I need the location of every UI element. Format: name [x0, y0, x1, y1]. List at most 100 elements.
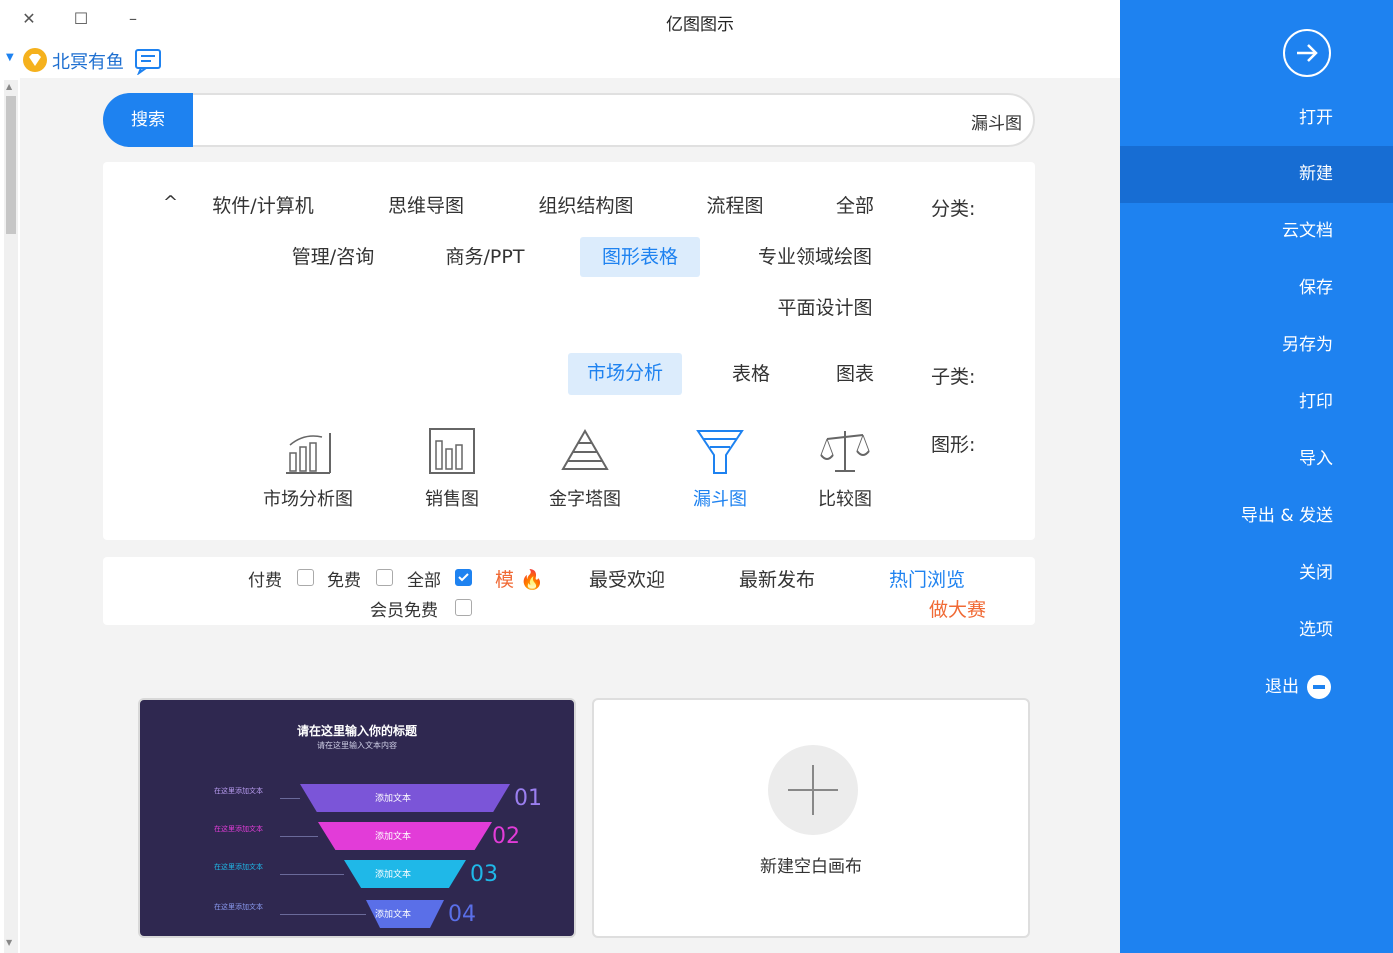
- leader-line: [280, 798, 300, 799]
- sidebar-item-new[interactable]: 新建: [1120, 146, 1393, 203]
- category-management[interactable]: 管理/咨询: [273, 237, 393, 277]
- sidebar-item-save-as[interactable]: 另存为: [1120, 317, 1333, 374]
- category-graphic-design[interactable]: 平面设计图: [755, 288, 895, 328]
- category-label: 分类:: [931, 198, 976, 220]
- sidebar: 打开 新建 云文档 保存 另存为 打印 导入 导出 & 发送 关闭 选项 退出: [1120, 0, 1393, 953]
- filter-panel: 分类: 全部 流程图 组织结构图 思维导图 软件/计算机 ^ 专业领域绘图 图形…: [103, 162, 1035, 540]
- search-input[interactable]: [210, 100, 1024, 142]
- sidebar-item-open[interactable]: 打开: [1120, 90, 1333, 147]
- collapse-chevron-icon[interactable]: ^: [163, 192, 178, 213]
- minus-circle-icon[interactable]: [1307, 675, 1331, 699]
- pyramid-icon: [555, 427, 615, 477]
- scrollbar-thumb[interactable]: [6, 96, 16, 234]
- funnel-level-number: 02: [492, 824, 520, 849]
- leader-line: [280, 914, 366, 915]
- shape-market-analysis[interactable]: 市场分析图: [253, 427, 363, 511]
- scroll-down-icon[interactable]: ▼: [6, 938, 12, 947]
- checkbox-all-label: 全部: [407, 571, 441, 591]
- new-blank-canvas-card[interactable]: 新建空白画布: [592, 698, 1030, 938]
- balance-scale-icon: [815, 427, 875, 477]
- sort-hot[interactable]: 热门浏览: [889, 565, 965, 592]
- close-window-button[interactable]: ✕: [16, 8, 42, 30]
- shape-pyramid[interactable]: 金字塔图: [530, 427, 640, 511]
- subcategory-label: 子类:: [931, 366, 976, 388]
- subcategory-market-analysis[interactable]: 市场分析: [568, 353, 682, 395]
- sidebar-item-close[interactable]: 关闭: [1120, 545, 1333, 602]
- funnel-level-number: 01: [514, 786, 542, 811]
- template-subheading: 请在这里输入文本内容: [317, 741, 397, 750]
- shape-name: 市场分析图: [263, 489, 353, 510]
- shape-funnel[interactable]: 漏斗图: [665, 427, 775, 511]
- leader-line: [280, 836, 318, 837]
- funnel-level-number: 04: [448, 902, 476, 927]
- shape-label: 图形:: [931, 434, 976, 456]
- checkbox-member-free-label: 会员免费: [370, 601, 438, 621]
- checkbox-free[interactable]: [376, 569, 393, 586]
- hot-model-link[interactable]: 模 🔥: [495, 565, 544, 592]
- sidebar-item-save[interactable]: 保存: [1120, 260, 1333, 317]
- template-side-text: 在这里添加文本: [214, 787, 263, 795]
- vip-diamond-icon: [22, 47, 48, 73]
- sort-newest[interactable]: 最新发布: [739, 565, 815, 592]
- shape-name: 金字塔图: [549, 489, 621, 510]
- category-software[interactable]: 软件/计算机: [193, 186, 333, 226]
- sidebar-item-options[interactable]: 选项: [1120, 602, 1333, 659]
- market-chart-icon: [278, 427, 338, 477]
- scroll-up-icon[interactable]: ▲: [6, 82, 12, 91]
- category-professional[interactable]: 专业领域绘图: [735, 237, 895, 277]
- plus-icon: [768, 745, 858, 835]
- user-bar: ▼ 北冥有鱼: [0, 42, 200, 78]
- shape-sales[interactable]: 销售图: [397, 427, 507, 511]
- template-side-text: 在这里添加文本: [214, 863, 263, 871]
- arrow-right-circle-icon[interactable]: [1283, 29, 1331, 77]
- bar-chart-icon: [422, 427, 482, 477]
- checkbox-member-free[interactable]: [455, 599, 472, 616]
- minus-bar: [1313, 685, 1325, 689]
- funnel-level-label: 添加文本: [375, 832, 412, 842]
- search-button[interactable]: 搜索: [103, 93, 193, 147]
- title-bar: ✕ ☐ – 亿图图示: [0, 0, 1120, 40]
- leader-line: [280, 874, 344, 875]
- sidebar-item-exit[interactable]: 退出: [1120, 659, 1299, 716]
- category-flowchart[interactable]: 流程图: [691, 186, 779, 226]
- template-side-text: 在这里添加文本: [214, 825, 263, 833]
- message-icon[interactable]: [133, 47, 163, 76]
- maximize-window-button[interactable]: ☐: [68, 8, 94, 30]
- funnel-level-number: 03: [470, 862, 498, 887]
- category-graphic-tables[interactable]: 图形表格: [580, 237, 700, 277]
- category-org-chart[interactable]: 组织结构图: [521, 186, 651, 226]
- checkbox-paid-label: 付费: [248, 571, 282, 591]
- sort-bar: 热门浏览 做大赛 最新发布 最受欢迎 模 🔥 全部 免费 付费 会员免费: [103, 557, 1035, 625]
- sidebar-item-export-send[interactable]: 导出 & 发送: [1120, 488, 1333, 545]
- fire-icon: 🔥: [520, 569, 544, 591]
- chevron-down-icon[interactable]: ▼: [6, 52, 14, 63]
- funnel-level-label: 添加文本: [375, 794, 412, 804]
- category-business-ppt[interactable]: 商务/PPT: [425, 237, 545, 277]
- checkbox-paid[interactable]: [297, 569, 314, 586]
- template-heading: 请在这里输入你的标题: [296, 724, 417, 738]
- sort-popular[interactable]: 最受欢迎: [589, 565, 665, 592]
- category-all[interactable]: 全部: [815, 186, 895, 226]
- funnel-level-label: 添加文本: [375, 870, 412, 880]
- subcategory-charts[interactable]: 图表: [815, 354, 895, 394]
- sidebar-item-cloud-docs[interactable]: 云文档: [1120, 203, 1333, 260]
- blank-canvas-label: 新建空白画布: [760, 857, 862, 877]
- hot-label: 模: [495, 569, 515, 591]
- funnel-level-label: 添加文本: [375, 910, 412, 920]
- app-title: 亿图图示: [666, 15, 734, 35]
- shape-name: 漏斗图: [693, 489, 747, 510]
- checkbox-all[interactable]: [455, 569, 472, 586]
- shape-comparison[interactable]: 比较图: [790, 427, 900, 511]
- username[interactable]: 北冥有鱼: [52, 48, 124, 74]
- template-card-funnel[interactable]: 请在这里输入你的标题 请在这里输入文本内容 添加文本 添加文本 添加文本 添加文…: [138, 698, 576, 938]
- sidebar-item-import[interactable]: 导入: [1120, 431, 1333, 488]
- checkbox-free-label: 免费: [327, 571, 361, 591]
- template-side-text: 在这里添加文本: [214, 903, 263, 911]
- sidebar-item-print[interactable]: 打印: [1120, 374, 1333, 431]
- subcategory-tables[interactable]: 表格: [711, 354, 791, 394]
- funnel-icon: [690, 427, 750, 477]
- contest-link[interactable]: 做大赛: [929, 595, 986, 622]
- shape-name: 比较图: [818, 489, 872, 510]
- category-mind-map[interactable]: 思维导图: [371, 186, 481, 226]
- minimize-window-button[interactable]: –: [120, 8, 146, 30]
